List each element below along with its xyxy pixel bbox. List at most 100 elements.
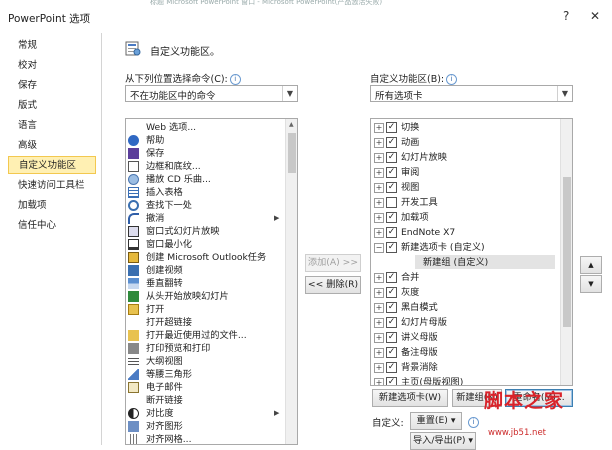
scroll-thumb[interactable] bbox=[288, 133, 296, 173]
tree-tab-item[interactable]: + 开发工具 bbox=[371, 195, 557, 210]
tree-tab-item[interactable]: + ✓ 合并 bbox=[371, 270, 557, 285]
expand-icon[interactable]: + bbox=[374, 213, 384, 223]
expand-icon[interactable]: + bbox=[374, 168, 384, 178]
choose-commands-combo[interactable]: 不在功能区中的命令 ▼ bbox=[125, 85, 298, 102]
tab-checkbox[interactable]: ✓ bbox=[386, 287, 397, 298]
command-item[interactable]: 插入表格 bbox=[126, 186, 284, 199]
tree-tab-item[interactable]: + ✓ 审阅 bbox=[371, 165, 557, 180]
command-item[interactable]: 保存 bbox=[126, 147, 284, 160]
expand-icon[interactable]: + bbox=[374, 228, 384, 238]
command-item[interactable]: 查找下一处 bbox=[126, 199, 284, 212]
tree-tab-item[interactable]: + ✓ 备注母版 bbox=[371, 345, 557, 360]
remove-button[interactable]: << 删除(R) bbox=[305, 276, 361, 294]
command-item[interactable]: 打开超链接 bbox=[126, 316, 284, 329]
command-item[interactable]: 窗口最小化 bbox=[126, 238, 284, 251]
command-item[interactable]: 撤消 ▶ bbox=[126, 212, 284, 225]
expand-icon[interactable]: + bbox=[374, 348, 384, 358]
expand-icon[interactable]: + bbox=[374, 273, 384, 283]
nav-item-quick-access-toolbar[interactable]: 快速访问工具栏 bbox=[8, 177, 96, 195]
tab-checkbox[interactable]: ✓ bbox=[386, 272, 397, 283]
command-item[interactable]: 窗口式幻灯片放映 bbox=[126, 225, 284, 238]
expand-icon[interactable]: + bbox=[374, 123, 384, 133]
tab-checkbox[interactable]: ✓ bbox=[386, 227, 397, 238]
new-tab-button[interactable]: 新建选项卡(W) bbox=[372, 389, 448, 407]
expand-icon[interactable]: + bbox=[374, 303, 384, 313]
command-item[interactable]: 帮助 bbox=[126, 134, 284, 147]
expand-icon[interactable]: + bbox=[374, 378, 384, 385]
tree-tab-item[interactable]: + ✓ 背景消除 bbox=[371, 360, 557, 375]
tree-tab-item[interactable]: + ✓ 幻灯片放映 bbox=[371, 150, 557, 165]
command-item[interactable]: 垂直翻转 bbox=[126, 277, 284, 290]
command-item[interactable]: 创建 Microsoft Outlook任务 bbox=[126, 251, 284, 264]
tree-tab-item[interactable]: + ✓ 动画 bbox=[371, 135, 557, 150]
commands-scrollbar[interactable]: ▲ bbox=[285, 119, 297, 444]
nav-item-language[interactable]: 语言 bbox=[8, 117, 96, 135]
command-item[interactable]: 边框和底纹... bbox=[126, 160, 284, 173]
command-item[interactable]: 大纲视图 bbox=[126, 355, 284, 368]
reset-button[interactable]: 重置(E) ▾ bbox=[410, 412, 462, 430]
expand-icon[interactable]: + bbox=[374, 198, 384, 208]
nav-item-trust-center[interactable]: 信任中心 bbox=[8, 217, 96, 235]
expand-icon[interactable]: + bbox=[374, 138, 384, 148]
import-export-button[interactable]: 导入/导出(P) ▾ bbox=[410, 432, 476, 450]
help-button[interactable]: ? bbox=[563, 9, 569, 23]
nav-item-layout[interactable]: 版式 bbox=[8, 97, 96, 115]
tab-checkbox[interactable]: ✓ bbox=[386, 242, 397, 253]
tree-tab-item[interactable]: + ✓ 加载项 bbox=[371, 210, 557, 225]
scroll-thumb[interactable] bbox=[563, 177, 571, 327]
tab-checkbox[interactable]: ✓ bbox=[386, 167, 397, 178]
command-item[interactable]: 对齐图形 bbox=[126, 420, 284, 433]
tab-checkbox[interactable]: ✓ bbox=[386, 347, 397, 358]
tab-checkbox[interactable]: ✓ bbox=[386, 317, 397, 328]
expand-icon[interactable]: + bbox=[374, 183, 384, 193]
move-down-button[interactable]: ▼ bbox=[580, 275, 602, 293]
tab-checkbox[interactable]: ✓ bbox=[386, 137, 397, 148]
commands-list[interactable]: Web 选项... 帮助 保存 边框和底纹... 播放 CD 乐曲... 插入表格 查找下一… bbox=[125, 118, 298, 445]
nav-item-add-ins[interactable]: 加载项 bbox=[8, 197, 96, 215]
collapse-icon[interactable]: − bbox=[374, 243, 384, 253]
move-up-button[interactable]: ▲ bbox=[580, 256, 602, 274]
tree-tab-item[interactable]: + ✓ 黑白模式 bbox=[371, 300, 557, 315]
tree-group-item[interactable]: 新建组 (自定义) bbox=[371, 255, 557, 270]
tab-checkbox[interactable]: ✓ bbox=[386, 122, 397, 133]
tree-tab-item[interactable]: − ✓ 新建选项卡 (自定义) bbox=[371, 240, 557, 255]
expand-icon[interactable]: + bbox=[374, 333, 384, 343]
command-item[interactable]: 电子邮件 bbox=[126, 381, 284, 394]
command-item[interactable]: 断开链接 bbox=[126, 394, 284, 407]
command-item[interactable]: 打开 bbox=[126, 303, 284, 316]
command-item[interactable]: 对齐网格... bbox=[126, 433, 284, 444]
tab-checkbox[interactable]: ✓ bbox=[386, 302, 397, 313]
nav-item-advanced[interactable]: 高级 bbox=[8, 137, 96, 155]
tree-tab-item[interactable]: + ✓ 讲义母版 bbox=[371, 330, 557, 345]
ribbon-tabs-combo[interactable]: 所有选项卡 ▼ bbox=[370, 85, 573, 102]
tab-checkbox[interactable]: ✓ bbox=[386, 377, 397, 385]
command-item[interactable]: 创建视频 bbox=[126, 264, 284, 277]
tab-checkbox[interactable]: ✓ bbox=[386, 212, 397, 223]
command-item[interactable]: 从头开始放映幻灯片 bbox=[126, 290, 284, 303]
command-item[interactable]: Web 选项... bbox=[126, 121, 284, 134]
expand-icon[interactable]: + bbox=[374, 153, 384, 163]
tab-checkbox[interactable]: ✓ bbox=[386, 362, 397, 373]
expand-icon[interactable]: + bbox=[374, 318, 384, 328]
tab-checkbox[interactable]: ✓ bbox=[386, 332, 397, 343]
expand-icon[interactable]: + bbox=[374, 363, 384, 373]
command-item[interactable]: 打印预览和打印 bbox=[126, 342, 284, 355]
close-button[interactable]: ✕ bbox=[590, 9, 600, 23]
nav-item-proofing[interactable]: 校对 bbox=[8, 57, 96, 75]
tree-tab-item[interactable]: + ✓ 幻灯片母版 bbox=[371, 315, 557, 330]
command-item[interactable]: 打开最近使用过的文件... bbox=[126, 329, 284, 342]
nav-item-general[interactable]: 常规 bbox=[8, 37, 96, 55]
command-item[interactable]: 等腰三角形 bbox=[126, 368, 284, 381]
expand-icon[interactable]: + bbox=[374, 288, 384, 298]
ribbon-tree-scrollbar[interactable] bbox=[560, 119, 572, 385]
ribbon-tree[interactable]: + ✓ 切换 + ✓ 动画 + ✓ 幻灯片放映 + ✓ 审阅 + ✓ 视图 + 开发工具 + ✓ 加载项 + ✓ EndNo… bbox=[370, 118, 573, 386]
tab-checkbox[interactable] bbox=[386, 197, 397, 208]
tree-tab-item[interactable]: + ✓ 主页(母版视图) bbox=[371, 375, 557, 385]
tree-tab-item[interactable]: + ✓ 灰度 bbox=[371, 285, 557, 300]
nav-item-customize-ribbon[interactable]: 自定义功能区 bbox=[8, 156, 96, 174]
tree-tab-item[interactable]: + ✓ EndNote X7 bbox=[371, 225, 557, 240]
nav-item-save[interactable]: 保存 bbox=[8, 77, 96, 95]
add-button[interactable]: 添加(A) >> bbox=[305, 254, 361, 272]
tab-checkbox[interactable]: ✓ bbox=[386, 152, 397, 163]
tree-tab-item[interactable]: + ✓ 视图 bbox=[371, 180, 557, 195]
